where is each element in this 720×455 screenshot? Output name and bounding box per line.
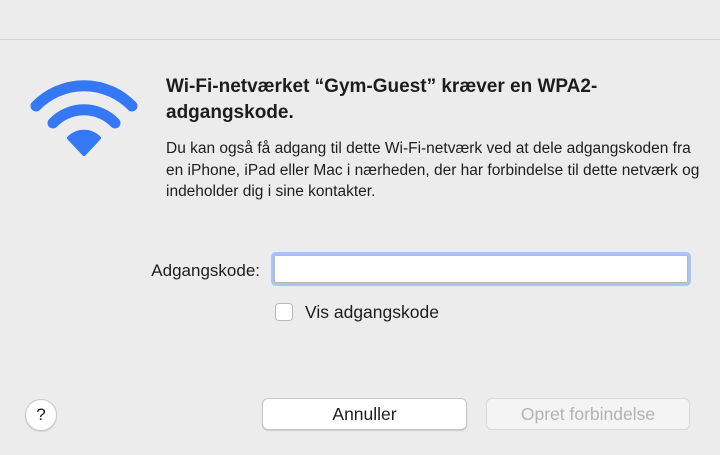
show-password-label: Vis adgangskode <box>305 301 439 322</box>
show-password-toggle[interactable]: Vis adgangskode <box>275 301 439 323</box>
connect-button[interactable]: Opret forbindelse <box>486 398 690 430</box>
cancel-button[interactable]: Annuller <box>262 398 467 430</box>
help-button[interactable]: ? <box>25 399 57 431</box>
dialog-headline: Wi-Fi-netværket “Gym-Guest” kræver en WP… <box>166 76 598 123</box>
wifi-password-dialog: Wi-Fi-netværket “Gym-Guest” kræver en WP… <box>0 0 720 455</box>
password-label: Adgangskode: <box>151 261 260 280</box>
wifi-icon <box>30 80 138 156</box>
dialog-description: Du kan også få adgang til dette Wi-Fi-ne… <box>166 140 700 200</box>
password-input[interactable] <box>274 255 688 283</box>
title-bar <box>0 0 720 40</box>
show-password-checkbox[interactable] <box>275 303 293 321</box>
